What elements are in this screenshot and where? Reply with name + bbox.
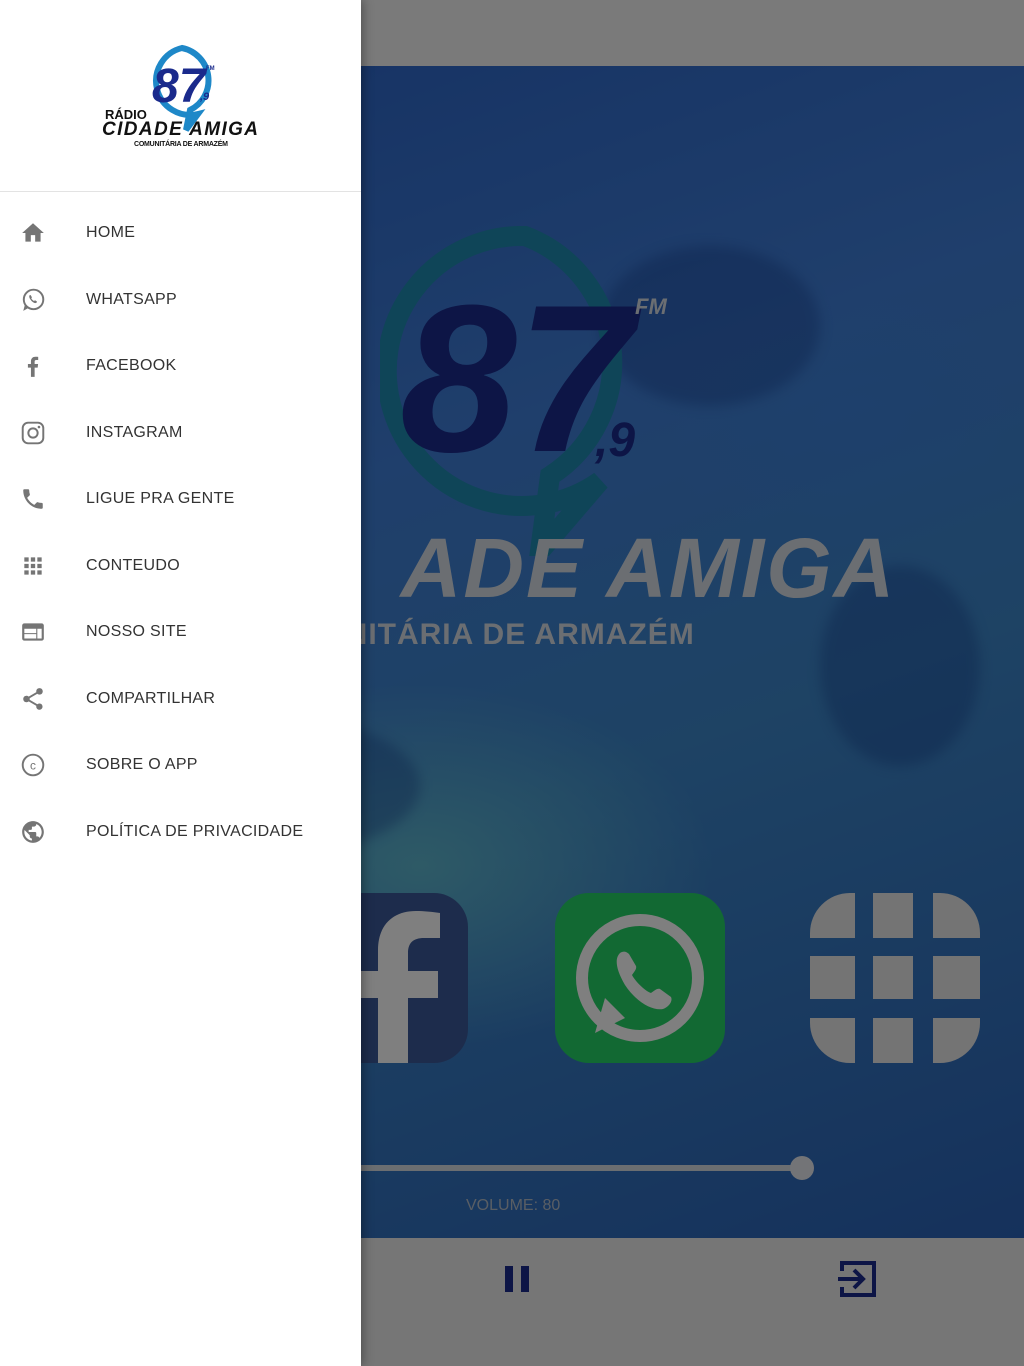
menu-item-label: NOSSO SITE — [86, 623, 187, 641]
menu-item-instagram[interactable]: INSTAGRAM — [0, 400, 361, 467]
menu-item-share[interactable]: COMPARTILHAR — [0, 666, 361, 733]
navigation-drawer: 87 FM ,9 RÁDIO CIDADE AMIGA COMUNITÁRIA … — [0, 0, 361, 1366]
apps-grid-icon — [20, 553, 46, 579]
whatsapp-icon — [20, 287, 46, 313]
share-icon — [20, 686, 46, 712]
menu-item-label: HOME — [86, 224, 136, 242]
phone-icon — [20, 486, 46, 512]
menu-item-content[interactable]: CONTEUDO — [0, 533, 361, 600]
instagram-icon — [20, 420, 46, 446]
logo-fm-small: FM — [206, 66, 215, 72]
menu-item-privacy[interactable]: POLÍTICA DE PRIVACIDADE — [0, 799, 361, 866]
menu-item-facebook[interactable]: FACEBOOK — [0, 333, 361, 400]
menu-item-website[interactable]: NOSSO SITE — [0, 599, 361, 666]
svg-text:c: c — [30, 759, 36, 773]
drawer-menu: HOME WHATSAPP FACEBOOK INSTAGRAM LIGUE P… — [0, 200, 361, 865]
menu-item-home[interactable]: HOME — [0, 200, 361, 267]
menu-item-label: SOBRE O APP — [86, 756, 198, 774]
menu-item-about[interactable]: c SOBRE O APP — [0, 732, 361, 799]
station-logo: 87 FM ,9 RÁDIO CIDADE AMIGA COMUNITÁRIA … — [102, 44, 258, 148]
facebook-icon — [20, 353, 46, 379]
menu-item-phone[interactable]: LIGUE PRA GENTE — [0, 466, 361, 533]
logo-line3: COMUNITÁRIA DE ARMAZÉM — [134, 139, 228, 148]
menu-item-label: INSTAGRAM — [86, 423, 183, 441]
menu-item-label: POLÍTICA DE PRIVACIDADE — [86, 822, 304, 840]
globe-icon — [20, 819, 46, 845]
web-icon — [20, 619, 46, 645]
logo-decimal-small: ,9 — [199, 91, 210, 103]
menu-item-label: WHATSAPP — [86, 290, 178, 308]
menu-item-label: CONTEUDO — [86, 556, 180, 574]
home-icon — [20, 220, 46, 246]
menu-item-label: COMPARTILHAR — [86, 689, 216, 707]
logo-number-small: 87 — [152, 60, 208, 113]
menu-item-label: LIGUE PRA GENTE — [86, 490, 235, 508]
logo-line2: CIDADE AMIGA — [102, 119, 258, 140]
copyright-icon: c — [20, 752, 46, 778]
menu-item-whatsapp[interactable]: WHATSAPP — [0, 267, 361, 334]
drawer-header: 87 FM ,9 RÁDIO CIDADE AMIGA COMUNITÁRIA … — [0, 0, 361, 192]
menu-item-label: FACEBOOK — [86, 357, 177, 375]
